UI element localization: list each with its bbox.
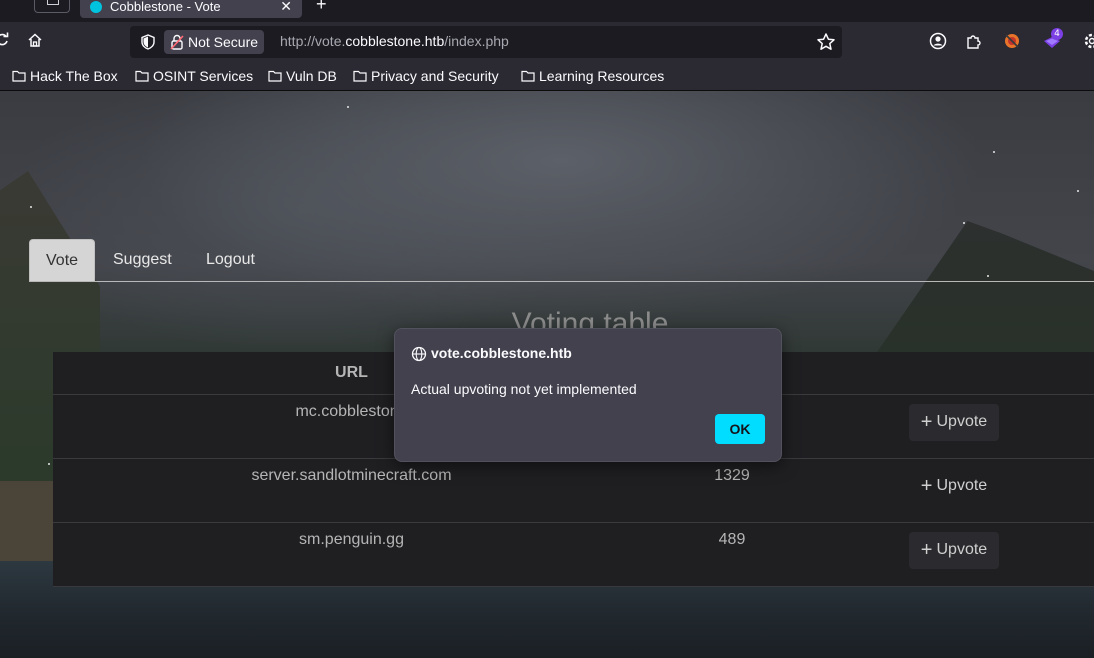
row-action-cell: + Upvote (814, 458, 1094, 523)
background-shore (0, 481, 60, 561)
tab-overview-icon[interactable] (34, 0, 70, 13)
background-star (347, 106, 349, 108)
plus-icon: + (920, 539, 933, 561)
ok-button[interactable]: OK (715, 414, 765, 444)
folder-icon (135, 70, 149, 82)
folder-icon (353, 70, 367, 82)
table-row: sm.penguin.gg 489 + Upvote (53, 522, 1094, 587)
reload-icon[interactable] (0, 32, 12, 52)
bookmark-folder-osint-services[interactable]: OSINT Services (135, 67, 253, 85)
bookmark-folder-vuln-db[interactable]: Vuln DB (268, 67, 337, 85)
table-row: server.sandlotminecraft.com 1329 + Upvote (53, 458, 1094, 523)
upvote-button[interactable]: + Upvote (909, 468, 999, 505)
bookmark-label: Learning Resources (539, 68, 665, 84)
background-star (993, 151, 995, 153)
extension-badge: 4 (1051, 28, 1063, 40)
column-header-action (814, 352, 1094, 395)
folder-icon (268, 70, 282, 82)
upvote-button[interactable]: + Upvote (908, 404, 1000, 441)
site-tab-bar: Vote Suggest Logout (29, 239, 1094, 282)
background-star (48, 463, 50, 465)
row-votes: 1329 (650, 458, 814, 523)
dialog-message: Actual upvoting not yet implemented (411, 381, 637, 397)
navigation-toolbar: Not Secure http://vote.cobblestone.htb/i… (0, 22, 1094, 62)
tab-vote[interactable]: Vote (29, 239, 96, 281)
bookmarks-toolbar: Hack The Box OSINT Services Vuln DB Priv… (0, 62, 1094, 91)
bookmark-star-icon[interactable] (816, 32, 836, 52)
site-security-indicator[interactable]: Not Secure (164, 30, 265, 54)
new-tab-button[interactable]: + (316, 0, 327, 15)
insecure-lock-icon (170, 34, 184, 50)
tab-title: Cobblestone - Vote (110, 0, 221, 14)
folder-icon (521, 70, 535, 82)
tab-strip: Cobblestone - Vote ✕ + (0, 0, 1094, 22)
site-favicon-icon (90, 1, 102, 13)
bookmark-label: Vuln DB (286, 68, 337, 84)
background-star (30, 206, 32, 208)
addon-foxyproxy-icon[interactable] (1002, 32, 1022, 52)
row-action-cell: + Upvote (814, 394, 1094, 459)
shield-icon[interactable] (140, 34, 156, 50)
row-url: server.sandlotminecraft.com (53, 458, 650, 523)
tab-suggest[interactable]: Suggest (97, 239, 188, 280)
address-bar[interactable]: Not Secure http://vote.cobblestone.htb/i… (130, 26, 842, 58)
account-icon[interactable] (928, 32, 948, 52)
dialog-title: vote.cobblestone.htb (431, 345, 572, 361)
alert-dialog: vote.cobblestone.htb Actual upvoting not… (394, 328, 782, 462)
tab-cobblestone-vote[interactable]: Cobblestone - Vote ✕ (80, 0, 302, 18)
home-icon[interactable] (25, 32, 45, 52)
bookmark-label: OSINT Services (153, 68, 254, 84)
bookmark-folder-privacy-and-security[interactable]: Privacy and Security (353, 67, 499, 85)
bookmark-folder-learning-resources[interactable]: Learning Resources (521, 67, 664, 85)
row-votes: 489 (650, 522, 814, 587)
plus-icon: + (920, 411, 933, 433)
row-action-cell: + Upvote (814, 522, 1094, 587)
globe-icon (411, 346, 427, 362)
background-star (963, 222, 965, 224)
bookmark-label: Privacy and Security (371, 68, 499, 84)
extensions-icon[interactable] (964, 32, 984, 52)
bookmark-label: Hack The Box (30, 68, 118, 84)
upvote-button[interactable]: + Upvote (908, 532, 1000, 569)
settings-gear-icon[interactable] (1082, 32, 1094, 52)
not-secure-label: Not Secure (188, 34, 259, 50)
tab-logout[interactable]: Logout (190, 239, 271, 280)
row-url: sm.penguin.gg (53, 522, 650, 587)
plus-icon: + (920, 475, 933, 497)
close-tab-icon[interactable]: ✕ (280, 0, 292, 15)
background-star (1077, 190, 1079, 192)
bookmark-folder-hack-the-box[interactable]: Hack The Box (12, 67, 118, 85)
folder-icon (12, 70, 26, 82)
url-text[interactable]: http://vote.cobblestone.htb/index.php (280, 33, 509, 49)
